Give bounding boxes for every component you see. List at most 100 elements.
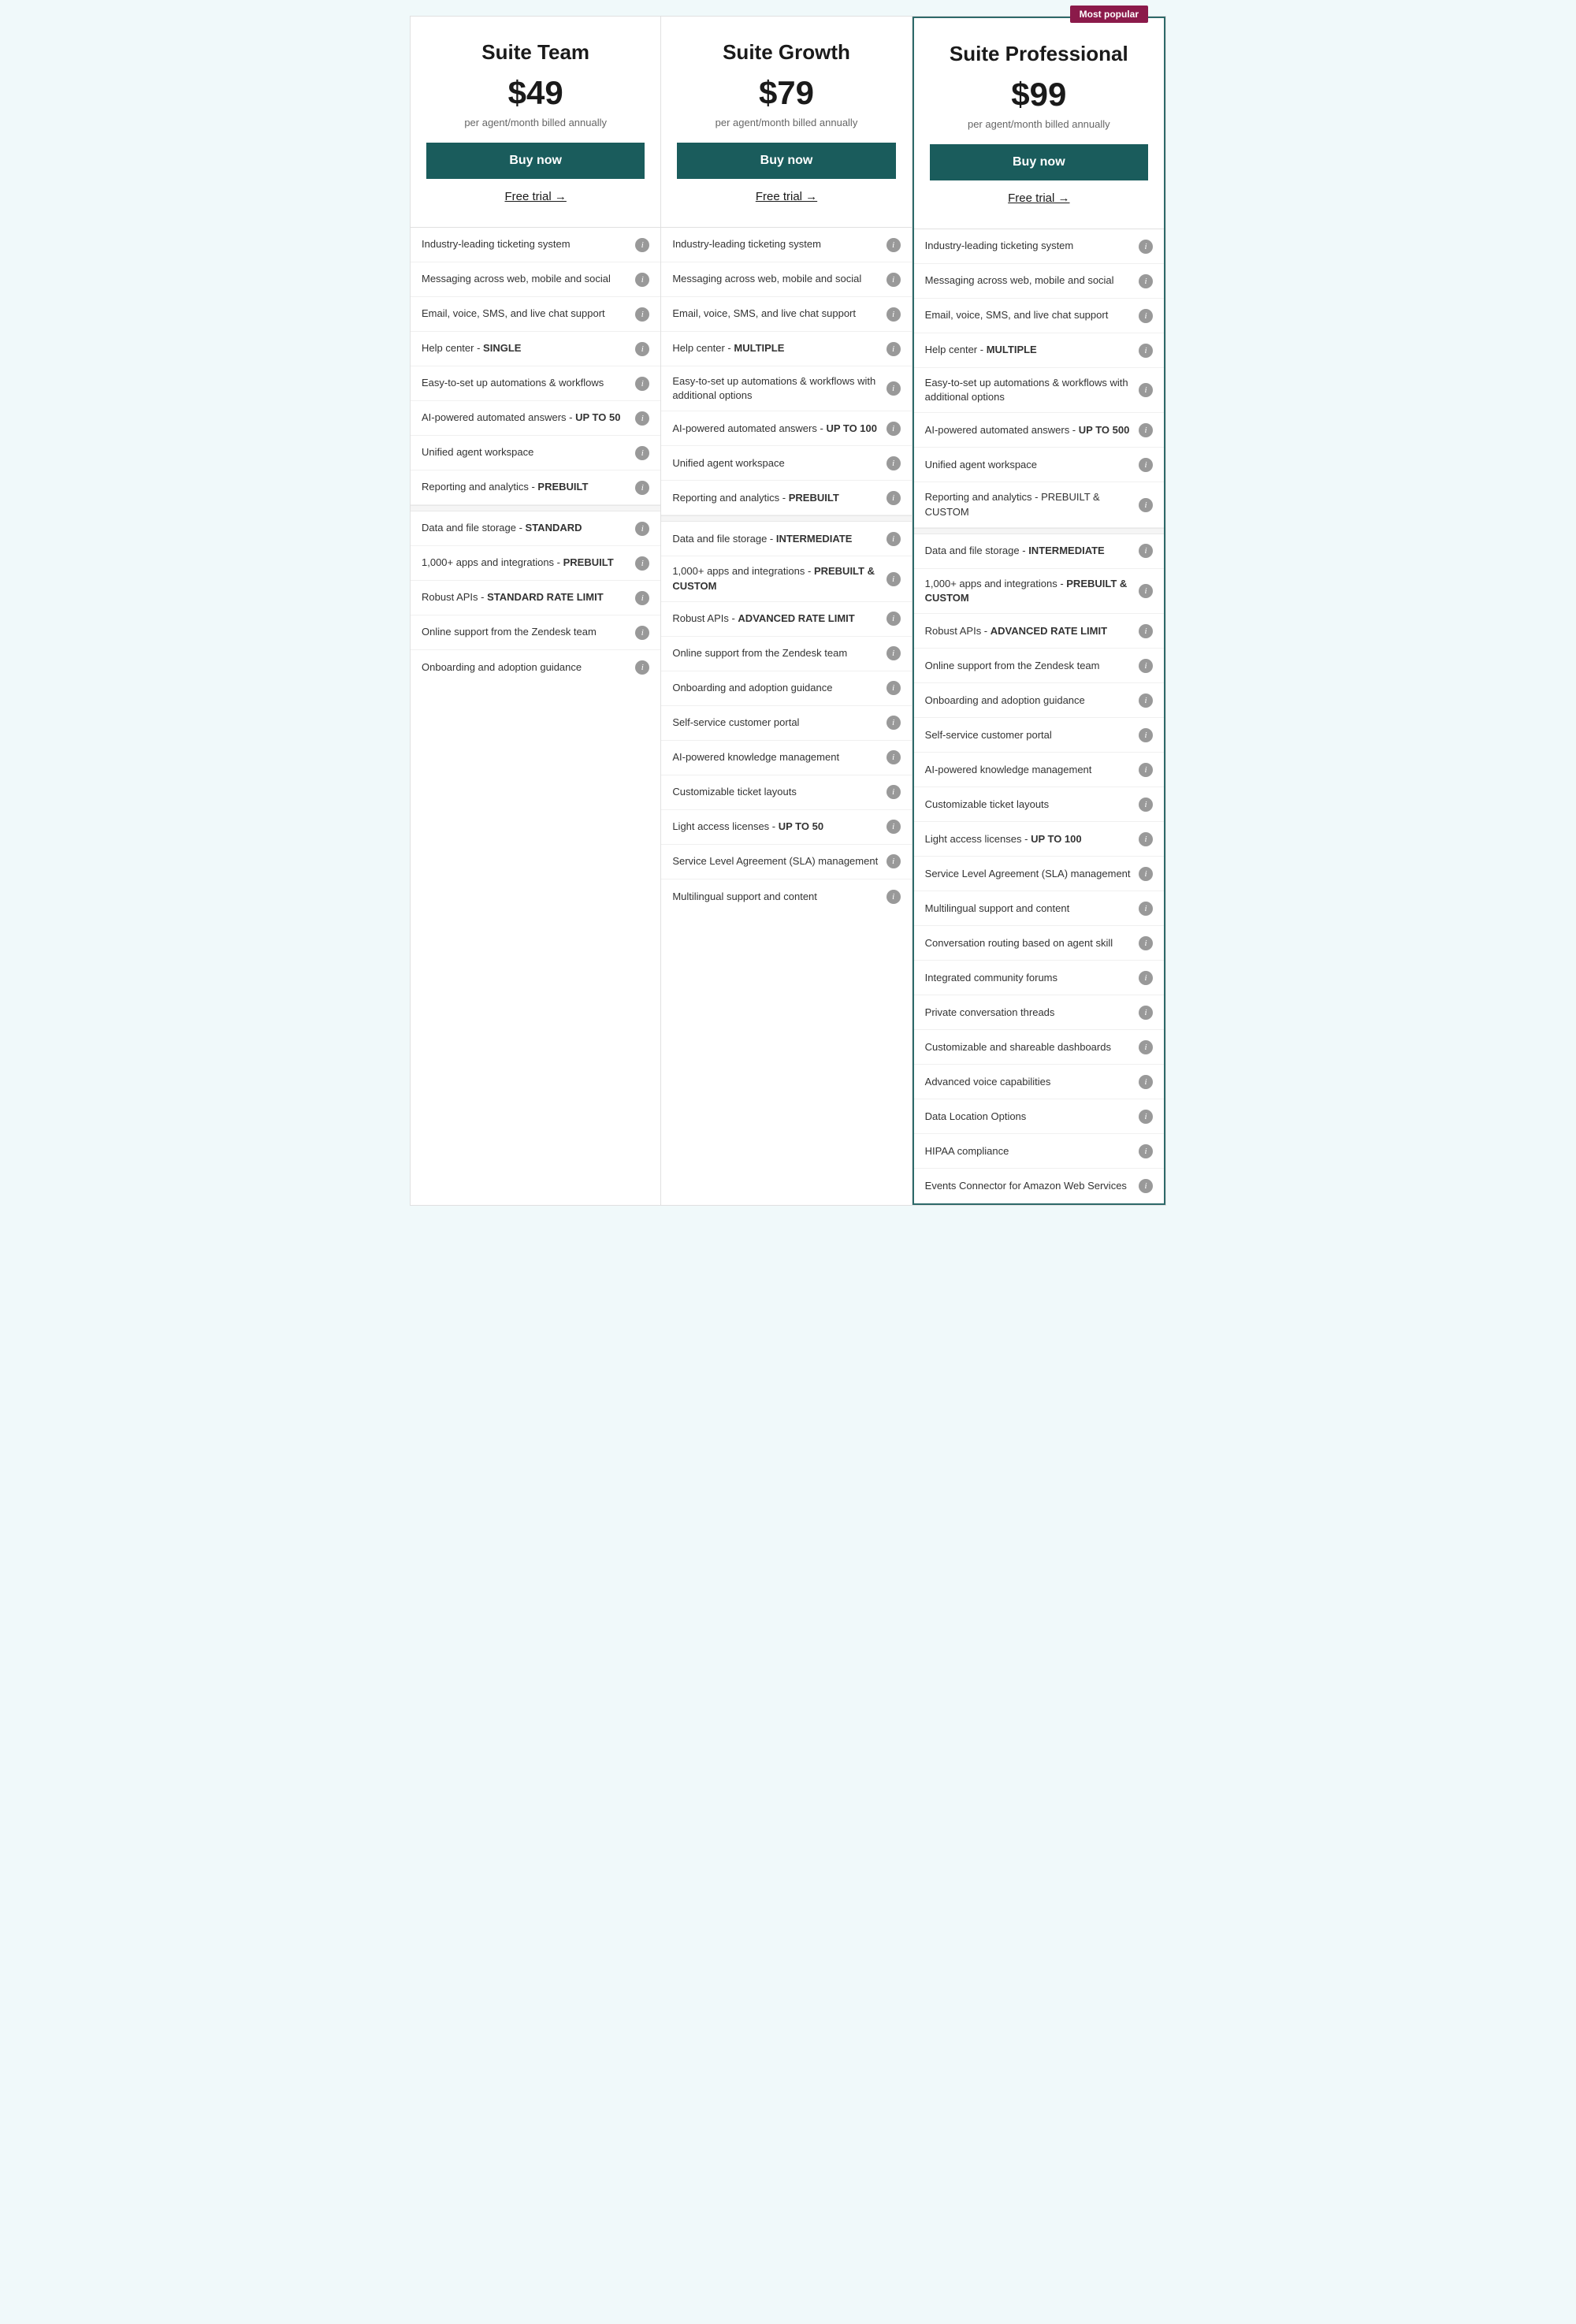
feature-row: HIPAA compliancei xyxy=(914,1134,1164,1169)
section-divider xyxy=(661,515,911,522)
info-icon[interactable]: i xyxy=(1139,1040,1153,1054)
info-icon[interactable]: i xyxy=(886,750,901,764)
feature-text: Robust APIs - ADVANCED RATE LIMIT xyxy=(925,624,1132,638)
info-icon[interactable]: i xyxy=(886,890,901,904)
feature-text: Industry-leading ticketing system xyxy=(422,237,629,251)
feature-row: 1,000+ apps and integrations - PREBUILTi xyxy=(411,546,660,581)
info-icon[interactable]: i xyxy=(1139,832,1153,846)
info-icon[interactable]: i xyxy=(635,446,649,460)
info-icon[interactable]: i xyxy=(1139,240,1153,254)
info-icon[interactable]: i xyxy=(886,273,901,287)
feature-row: Messaging across web, mobile and sociali xyxy=(411,262,660,297)
info-icon[interactable]: i xyxy=(635,342,649,356)
info-icon[interactable]: i xyxy=(1139,274,1153,288)
feature-row: Private conversation threadsi xyxy=(914,995,1164,1030)
info-icon[interactable]: i xyxy=(635,273,649,287)
info-icon[interactable]: i xyxy=(1139,544,1153,558)
feature-text: Help center - MULTIPLE xyxy=(672,341,879,355)
info-icon[interactable]: i xyxy=(1139,1179,1153,1193)
feature-text: Industry-leading ticketing system xyxy=(672,237,879,251)
feature-row: Multilingual support and content i xyxy=(661,879,911,914)
info-icon[interactable]: i xyxy=(635,481,649,495)
feature-text: Robust APIs - STANDARD RATE LIMIT xyxy=(422,590,629,604)
feature-text: Onboarding and adoption guidance xyxy=(925,693,1132,708)
info-icon[interactable]: i xyxy=(1139,1006,1153,1020)
plan-price: $49 xyxy=(426,74,645,112)
info-icon[interactable]: i xyxy=(1139,423,1153,437)
feature-text: Light access licenses - UP TO 50 xyxy=(672,820,879,834)
info-icon[interactable]: i xyxy=(886,342,901,356)
free-trial-link[interactable]: Free trial → xyxy=(426,190,645,211)
info-icon[interactable]: i xyxy=(886,238,901,252)
info-icon[interactable]: i xyxy=(886,572,901,586)
feature-row: AI-powered automated answers - UP TO 500… xyxy=(914,413,1164,448)
info-icon[interactable]: i xyxy=(886,646,901,660)
info-icon[interactable]: i xyxy=(886,716,901,730)
info-icon[interactable]: i xyxy=(886,491,901,505)
buy-now-button[interactable]: Buy now xyxy=(426,143,645,179)
info-icon[interactable]: i xyxy=(886,681,901,695)
buy-now-button[interactable]: Buy now xyxy=(677,143,895,179)
feature-text: Easy-to-set up automations & workflows xyxy=(422,376,629,390)
info-icon[interactable]: i xyxy=(1139,1075,1153,1089)
feature-text: AI-powered knowledge management xyxy=(672,750,879,764)
info-icon[interactable]: i xyxy=(1139,309,1153,323)
info-icon[interactable]: i xyxy=(1139,498,1153,512)
info-icon[interactable]: i xyxy=(1139,693,1153,708)
info-icon[interactable]: i xyxy=(635,556,649,571)
info-icon[interactable]: i xyxy=(1139,1110,1153,1124)
info-icon[interactable]: i xyxy=(886,307,901,322)
info-icon[interactable]: i xyxy=(1139,867,1153,881)
info-icon[interactable]: i xyxy=(635,238,649,252)
feature-row: Online support from the Zendesk teami xyxy=(914,649,1164,683)
feature-text: Customizable ticket layouts xyxy=(925,798,1132,812)
info-icon[interactable]: i xyxy=(1139,383,1153,397)
info-icon[interactable]: i xyxy=(1139,659,1153,673)
info-icon[interactable]: i xyxy=(635,307,649,322)
free-trial-link[interactable]: Free trial → xyxy=(930,191,1148,213)
info-icon[interactable]: i xyxy=(635,411,649,426)
feature-row: Robust APIs - ADVANCED RATE LIMIT i xyxy=(914,614,1164,649)
pricing-table: Suite Team$49per agent/month billed annu… xyxy=(410,16,1166,1206)
feature-text: Service Level Agreement (SLA) management xyxy=(925,867,1132,881)
info-icon[interactable]: i xyxy=(635,522,649,536)
info-icon[interactable]: i xyxy=(1139,936,1153,950)
info-icon[interactable]: i xyxy=(635,377,649,391)
feature-row: Service Level Agreement (SLA) management… xyxy=(914,857,1164,891)
feature-text: Light access licenses - UP TO 100 xyxy=(925,832,1132,846)
info-icon[interactable]: i xyxy=(886,456,901,470)
info-icon[interactable]: i xyxy=(886,785,901,799)
feature-text: Self-service customer portal xyxy=(925,728,1132,742)
info-icon[interactable]: i xyxy=(1139,728,1153,742)
info-icon[interactable]: i xyxy=(886,854,901,868)
info-icon[interactable]: i xyxy=(1139,763,1153,777)
feature-row: Industry-leading ticketing systemi xyxy=(914,229,1164,264)
feature-text: Advanced voice capabilities xyxy=(925,1075,1132,1089)
info-icon[interactable]: i xyxy=(886,381,901,396)
feature-row: Robust APIs - STANDARD RATE LIMIT i xyxy=(411,581,660,615)
info-icon[interactable]: i xyxy=(1139,344,1153,358)
info-icon[interactable]: i xyxy=(886,612,901,626)
info-icon[interactable]: i xyxy=(1139,1144,1153,1158)
plan-column-suite-professional: Most popularSuite Professional$99per age… xyxy=(913,17,1165,1205)
info-icon[interactable]: i xyxy=(886,532,901,546)
info-icon[interactable]: i xyxy=(635,626,649,640)
feature-text: Easy-to-set up automations & workflows w… xyxy=(672,374,879,403)
feature-text: Robust APIs - ADVANCED RATE LIMIT xyxy=(672,612,879,626)
info-icon[interactable]: i xyxy=(886,422,901,436)
feature-text: Multilingual support and content xyxy=(672,890,879,904)
info-icon[interactable]: i xyxy=(635,591,649,605)
info-icon[interactable]: i xyxy=(1139,798,1153,812)
info-icon[interactable]: i xyxy=(1139,458,1153,472)
buy-now-button[interactable]: Buy now xyxy=(930,144,1148,180)
free-trial-link[interactable]: Free trial → xyxy=(677,190,895,211)
info-icon[interactable]: i xyxy=(1139,584,1153,598)
feature-text: Unified agent workspace xyxy=(925,458,1132,472)
info-icon[interactable]: i xyxy=(635,660,649,675)
feature-text: AI-powered knowledge management xyxy=(925,763,1132,777)
info-icon[interactable]: i xyxy=(1139,902,1153,916)
info-icon[interactable]: i xyxy=(1139,971,1153,985)
section-divider xyxy=(411,505,660,511)
info-icon[interactable]: i xyxy=(1139,624,1153,638)
info-icon[interactable]: i xyxy=(886,820,901,834)
